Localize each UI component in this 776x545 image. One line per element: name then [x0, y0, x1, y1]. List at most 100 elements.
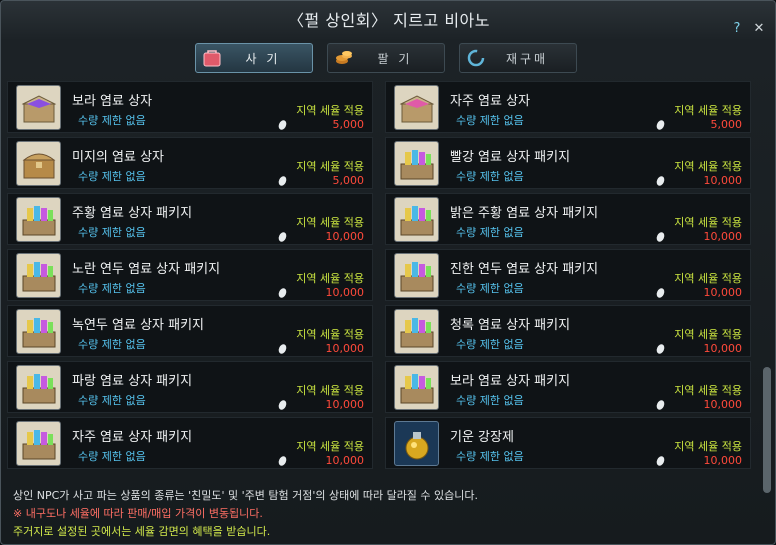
- coin-icon: [277, 118, 288, 132]
- item-price: 10,000: [325, 286, 365, 299]
- coin-icon: [655, 342, 666, 356]
- shop-item[interactable]: 자주 염료 상자 패키지 수량 제한 없음 지역 세율 적용 10,000: [7, 417, 373, 469]
- coin-icon: [655, 118, 666, 132]
- tab-rebuy[interactable]: 재구매: [459, 43, 577, 73]
- shop-item[interactable]: 미지의 염료 상자수량 제한 없음 지역 세율 적용 5,000: [7, 137, 373, 189]
- dye-package-icon: [16, 309, 61, 354]
- tonic-potion-icon: [394, 421, 439, 466]
- help-button[interactable]: ?: [729, 21, 745, 37]
- item-limit: 수량 제한 없음: [456, 114, 524, 127]
- item-tax: 지역 세율 적용: [296, 160, 364, 173]
- tab-buy[interactable]: 사 기: [195, 43, 313, 73]
- item-tax: 지역 세율 적용: [674, 328, 742, 341]
- shop-item[interactable]: 청록 염료 상자 패키지 수량 제한 없음 지역 세율 적용 10,000: [385, 305, 751, 357]
- item-price: 5,000: [332, 174, 365, 187]
- item-limit: 수량 제한 없음: [78, 114, 146, 127]
- coin-icon: [655, 454, 666, 468]
- item-name: 빨강 염료 상자 패키지: [450, 150, 571, 165]
- purple-dye-chest-icon: [16, 85, 61, 130]
- shop-item[interactable]: 보라 염료 상자 패키지 수량 제한 없음 지역 세율 적용 10,000: [385, 361, 751, 413]
- item-limit: 수량 제한 없음: [456, 226, 524, 239]
- item-limit: 수량 제한 없음: [78, 226, 146, 239]
- item-price: 10,000: [325, 398, 365, 411]
- footer-note-residence: 주거지로 설정된 곳에서는 세율 감면의 혜택을 받습니다.: [13, 525, 271, 538]
- coins-icon: [332, 47, 356, 69]
- item-limit: 수량 제한 없음: [78, 338, 146, 351]
- dye-package-icon: [16, 197, 61, 242]
- item-tax: 지역 세율 적용: [674, 384, 742, 397]
- coin-icon: [277, 454, 288, 468]
- dye-package-icon: [16, 421, 61, 466]
- tab-sell[interactable]: 팔 기: [327, 43, 445, 73]
- item-limit: 수량 제한 없음: [78, 282, 146, 295]
- coin-icon: [277, 286, 288, 300]
- magenta-dye-chest-icon: [394, 85, 439, 130]
- item-limit: 수량 제한 없음: [456, 338, 524, 351]
- shop-item[interactable]: 노란 연두 염료 상자 패키지수량 제한 없음 지역 세율 적용 10,000: [7, 249, 373, 301]
- shop-item[interactable]: 파랑 염료 상자 패키지수량 제한 없음 지역 세율 적용 10,000: [7, 361, 373, 413]
- item-name: 기운 강장제: [450, 430, 514, 445]
- shop-item[interactable]: 기운 강장제 수량 제한 없음 지역 세율 적용 10,000: [385, 417, 751, 469]
- item-name: 자주 염료 상자 패키지: [72, 430, 193, 445]
- item-tax: 지역 세율 적용: [296, 440, 364, 453]
- item-price: 10,000: [703, 286, 743, 299]
- item-tax: 지역 세율 적용: [674, 272, 742, 285]
- item-tax: 지역 세율 적용: [296, 272, 364, 285]
- item-limit: 수량 제한 없음: [456, 394, 524, 407]
- tab-rebuy-label: 재구매: [505, 51, 549, 66]
- item-limit: 수량 제한 없음: [78, 394, 146, 407]
- item-tax: 지역 세율 적용: [674, 440, 742, 453]
- item-limit: 수량 제한 없음: [456, 282, 524, 295]
- close-button[interactable]: ✕: [751, 21, 767, 37]
- tab-buy-label: 사 기: [245, 51, 281, 66]
- footer-note-npc: 상인 NPC가 사고 파는 상품의 종류는 '친밀도' 및 '주변 탐험 거점'…: [13, 489, 479, 502]
- item-name: 파랑 염료 상자 패키지: [72, 374, 193, 389]
- dye-package-icon: [16, 253, 61, 298]
- tab-bar: 사 기 팔 기 재구매: [195, 43, 577, 73]
- dye-package-icon: [394, 197, 439, 242]
- item-tax: 지역 세율 적용: [296, 384, 364, 397]
- footer-note-price: ※ 내구도나 세율에 따라 판매/매입 가격이 변동됩니다.: [13, 507, 263, 520]
- item-tax: 지역 세율 적용: [296, 328, 364, 341]
- dye-package-icon: [394, 309, 439, 354]
- coin-icon: [277, 398, 288, 412]
- item-price: 10,000: [325, 454, 365, 467]
- dye-package-icon: [394, 253, 439, 298]
- shop-item[interactable]: 보라 염료 상자수량 제한 없음 지역 세율 적용 5,000: [7, 81, 373, 133]
- item-price: 5,000: [710, 118, 743, 131]
- item-name: 미지의 염료 상자: [72, 150, 164, 165]
- item-price: 10,000: [325, 342, 365, 355]
- shop-item[interactable]: 밝은 주황 염료 상자 패키지 수량 제한 없음 지역 세율 적용 10,000: [385, 193, 751, 245]
- shop-item[interactable]: 진한 연두 염료 상자 패키지 수량 제한 없음 지역 세율 적용 10,000: [385, 249, 751, 301]
- title-buttons: ? ✕: [729, 21, 767, 37]
- coin-icon: [655, 286, 666, 300]
- coin-icon: [655, 174, 666, 188]
- item-limit: 수량 제한 없음: [456, 170, 524, 183]
- item-tax: 지역 세율 적용: [674, 160, 742, 173]
- item-price: 10,000: [325, 230, 365, 243]
- item-tax: 지역 세율 적용: [296, 104, 364, 117]
- item-name: 노란 연두 염료 상자 패키지: [72, 262, 221, 277]
- dye-package-icon: [394, 365, 439, 410]
- coin-icon: [655, 398, 666, 412]
- item-name: 자주 염료 상자: [450, 94, 531, 109]
- mystery-chest-icon: [16, 141, 61, 186]
- item-tax: 지역 세율 적용: [296, 216, 364, 229]
- merchant-window: 〈펄 상인회〉 지르고 비아노 ? ✕ 사 기 팔 기 재구매 보라 염료 상자…: [0, 0, 776, 545]
- shop-item[interactable]: 빨강 염료 상자 패키지 수량 제한 없음 지역 세율 적용 10,000: [385, 137, 751, 189]
- item-name: 주황 염료 상자 패키지: [72, 206, 193, 221]
- shop-item[interactable]: 자주 염료 상자 수량 제한 없음 지역 세율 적용 5,000: [385, 81, 751, 133]
- item-limit: 수량 제한 없음: [78, 170, 146, 183]
- shop-item[interactable]: 녹연두 염료 상자 패키지 수량 제한 없음 지역 세율 적용 10,000: [7, 305, 373, 357]
- tab-sell-label: 팔 기: [377, 51, 413, 66]
- item-name: 보라 염료 상자 패키지: [450, 374, 571, 389]
- footer-notes: 상인 NPC가 사고 파는 상품의 종류는 '친밀도' 및 '주변 탐험 거점'…: [13, 487, 753, 541]
- scrollbar[interactable]: [763, 367, 771, 493]
- item-name: 밝은 주황 염료 상자 패키지: [450, 206, 599, 221]
- bag-icon: [200, 47, 224, 69]
- dye-package-icon: [394, 141, 439, 186]
- shop-item[interactable]: 주황 염료 상자 패키지수량 제한 없음 지역 세율 적용 10,000: [7, 193, 373, 245]
- item-name: 보라 염료 상자: [72, 94, 153, 109]
- item-price: 5,000: [332, 118, 365, 131]
- item-tax: 지역 세율 적용: [674, 216, 742, 229]
